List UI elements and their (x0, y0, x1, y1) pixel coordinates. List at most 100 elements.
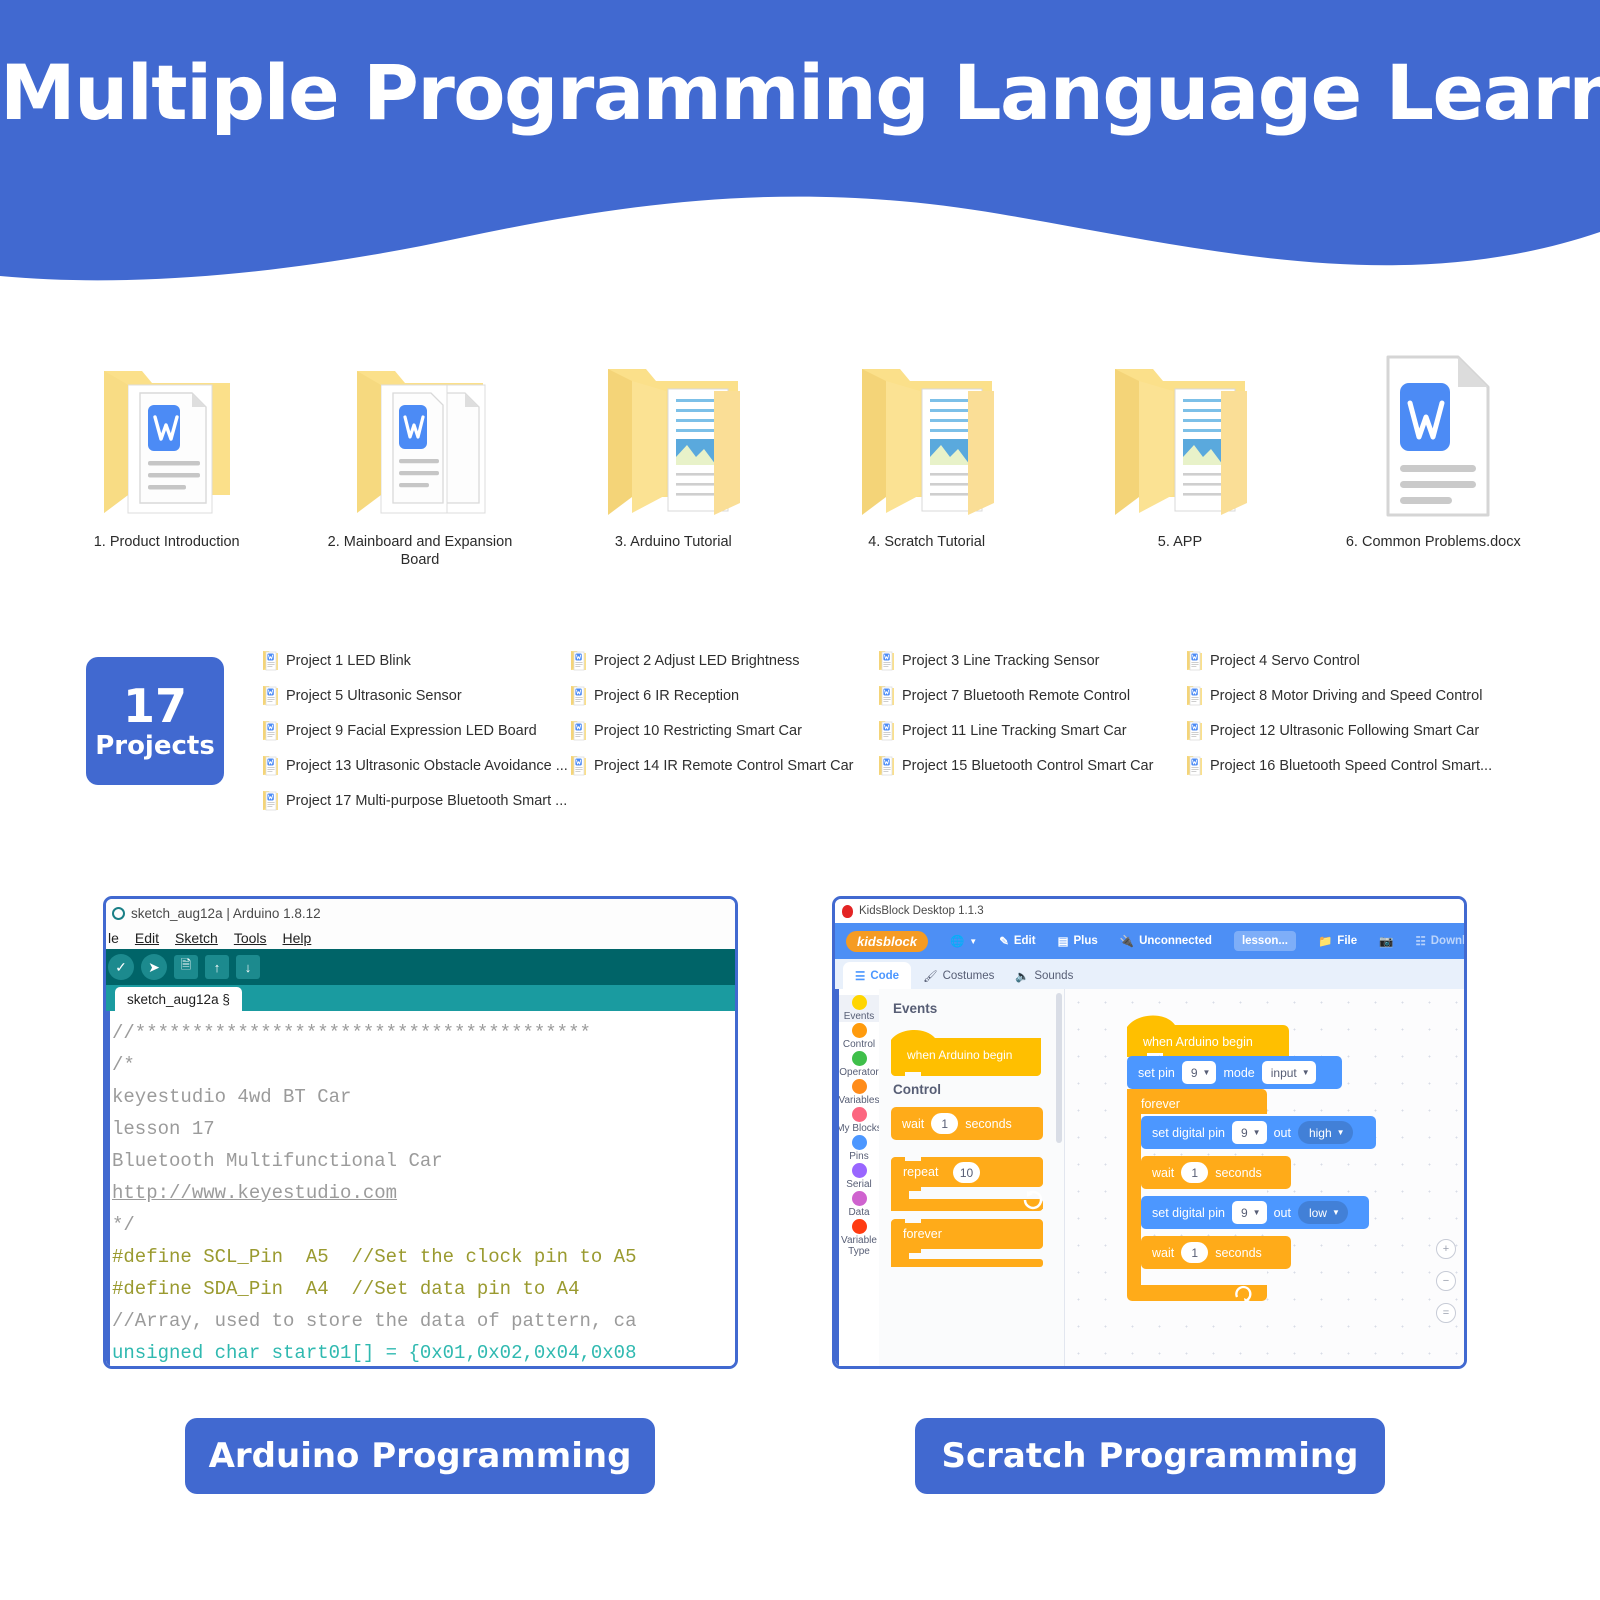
verify-icon[interactable]: ✓ (108, 954, 134, 980)
menu-file[interactable]: le (108, 930, 119, 946)
project-item[interactable]: Project 14 IR Remote Control Smart Car (570, 755, 853, 776)
project-item[interactable]: Project 7 Bluetooth Remote Control (878, 685, 1130, 706)
project-item[interactable]: Project 6 IR Reception (570, 685, 739, 706)
arduino-toolbar[interactable]: ✓ ➤ 🗎 ↑ ↓ (106, 949, 735, 985)
set-pin-number-dropdown[interactable]: 9 ▼ (1181, 1061, 1217, 1084)
kidsblock-window[interactable]: KidsBlock Desktop 1.1.3 kidsblock 🌐 ▼ ✎ … (832, 896, 1467, 1369)
script-block-set-digital-pin-high[interactable]: set digital pin 9 ▼ out high ▼ (1141, 1116, 1376, 1149)
folder-item-2[interactable]: 2. Mainboard and Expansion Board (293, 345, 546, 595)
arduino-code-editor[interactable]: //**************************************… (106, 1011, 735, 1366)
kidsblock-logo-button[interactable]: kidsblock (835, 923, 939, 959)
block-category-operator[interactable]: Operator (839, 1051, 879, 1078)
wait-value-input-2[interactable]: 1 (1181, 1242, 1209, 1263)
script-canvas[interactable]: when Arduino begin set pin 9 ▼ mode input… (1065, 989, 1464, 1366)
tab-costumes[interactable]: 🖌 Costumes (911, 962, 1007, 989)
block-category-events[interactable]: Events (839, 995, 879, 1022)
palette-block-forever[interactable]: forever (891, 1219, 1064, 1269)
palette-block-when-arduino-begin[interactable]: when Arduino begin (891, 1026, 1064, 1078)
menu-tools[interactable]: Tools (234, 930, 267, 946)
open-icon[interactable]: ↑ (205, 955, 229, 979)
code-line: #define SDA_Pin A4 //Set data pin to A4 (112, 1278, 580, 1300)
tab-code[interactable]: ☰ Code (843, 962, 912, 989)
repeat-value-input[interactable]: 10 (953, 1162, 980, 1183)
plus-menu-button[interactable]: ▤ Plus (1047, 923, 1109, 959)
folder-item-3[interactable]: 3. Arduino Tutorial (547, 345, 800, 595)
project-item[interactable]: Project 1 LED Blink (262, 650, 411, 671)
digital-pin-number-dropdown-2[interactable]: 9 ▼ (1231, 1201, 1267, 1224)
block-category-variables[interactable]: Variables (838, 1079, 879, 1106)
block-category-control[interactable]: Control (839, 1023, 879, 1050)
code-line-url[interactable]: http://www.keyestudio.com (112, 1177, 735, 1209)
new-icon[interactable]: 🗎 (174, 955, 198, 979)
project-item[interactable]: Project 4 Servo Control (1186, 650, 1360, 671)
folder-item-6[interactable]: 6. Common Problems.docx (1307, 345, 1560, 595)
tab-sounds[interactable]: 🔈 Sounds (1003, 962, 1086, 989)
category-label: Variable Type (841, 1235, 877, 1257)
digital-out-value-dropdown-1[interactable]: high ▼ (1297, 1121, 1353, 1144)
zoom-reset-icon[interactable]: = (1436, 1303, 1456, 1323)
project-item[interactable]: Project 17 Multi-purpose Bluetooth Smart… (262, 790, 567, 811)
block-category-variable-type[interactable]: Variable Type (839, 1219, 879, 1257)
zoom-out-icon[interactable]: − (1436, 1271, 1456, 1291)
project-item[interactable]: Project 3 Line Tracking Sensor (878, 650, 1099, 671)
block-category-serial[interactable]: Serial (839, 1163, 879, 1190)
language-selector[interactable]: 🌐 ▼ (939, 923, 988, 959)
lesson-button[interactable]: lesson... (1223, 923, 1307, 959)
script-block-wait-1[interactable]: wait 1 seconds (1141, 1156, 1291, 1189)
project-label: Project 14 IR Remote Control Smart Car (594, 757, 854, 774)
camera-button[interactable]: 📷 (1368, 923, 1404, 959)
wait-value-input[interactable]: 1 (931, 1113, 959, 1134)
kidsblock-tabstrip[interactable]: ☰ Code 🖌 Costumes 🔈 Sounds (835, 959, 1464, 989)
save-icon[interactable]: ↓ (236, 955, 260, 979)
sketch-tab[interactable]: sketch_aug12a § (115, 987, 242, 1011)
block-label: when Arduino begin (1143, 1035, 1253, 1049)
script-block-wait-2[interactable]: wait 1 seconds (1141, 1236, 1291, 1269)
wait-value-input-1[interactable]: 1 (1181, 1162, 1209, 1183)
chevron-down-icon: ▼ (1252, 1128, 1261, 1137)
folder-item-1[interactable]: 1. Product Introduction (40, 345, 293, 595)
project-doc-icon (878, 650, 895, 671)
set-pin-mode-dropdown[interactable]: input ▼ (1261, 1061, 1316, 1084)
menu-sketch[interactable]: Sketch (175, 930, 218, 946)
folder-item-4[interactable]: 4. Scratch Tutorial (800, 345, 1053, 595)
project-item[interactable]: Project 9 Facial Expression LED Board (262, 720, 537, 741)
download-firmware-button[interactable]: ☷ Download firmware (1404, 923, 1464, 959)
zoom-in-icon[interactable]: + (1436, 1239, 1456, 1259)
folder-item-5[interactable]: 5. APP (1053, 345, 1306, 595)
project-item[interactable]: Project 10 Restricting Smart Car (570, 720, 802, 741)
project-label: Project 11 Line Tracking Smart Car (902, 722, 1127, 739)
digital-out-value-dropdown-2[interactable]: low ▼ (1297, 1201, 1348, 1224)
project-item[interactable]: Project 8 Motor Driving and Speed Contro… (1186, 685, 1482, 706)
block-category-my-blocks[interactable]: My Blocks (839, 1107, 879, 1134)
project-item[interactable]: Project 2 Adjust LED Brightness (570, 650, 800, 671)
block-palette[interactable]: Events when Arduino begin Control wait 1… (879, 989, 1065, 1366)
arduino-ide-window[interactable]: sketch_aug12a | Arduino 1.8.12 le Edit S… (103, 896, 738, 1369)
file-menu-button[interactable]: 📁 File (1307, 923, 1368, 959)
connection-status-button[interactable]: 🔌 Unconnected (1109, 923, 1223, 959)
project-doc-icon (262, 790, 279, 811)
arduino-tabstrip[interactable]: sketch_aug12a § (106, 985, 735, 1011)
project-item[interactable]: Project 16 Bluetooth Speed Control Smart… (1186, 755, 1492, 776)
project-item[interactable]: Project 12 Ultrasonic Following Smart Ca… (1186, 720, 1479, 741)
category-label: Variables (838, 1095, 879, 1106)
block-category-sidebar[interactable]: Events Control Operator Variables My Blocks P… (835, 989, 879, 1366)
arduino-programming-button[interactable]: Arduino Programming (185, 1418, 655, 1494)
digital-pin-number-dropdown-1[interactable]: 9 ▼ (1231, 1121, 1267, 1144)
scratch-programming-button[interactable]: Scratch Programming (915, 1418, 1385, 1494)
edit-menu-button[interactable]: ✎ Edit (988, 923, 1046, 959)
script-block-set-pin-mode[interactable]: set pin 9 ▼ mode input ▼ (1127, 1056, 1342, 1089)
upload-icon[interactable]: ➤ (141, 954, 167, 980)
kidsblock-menubar[interactable]: kidsblock 🌐 ▼ ✎ Edit ▤ Plus 🔌 Unconnecte… (835, 923, 1464, 959)
palette-block-repeat[interactable]: repeat 10 (891, 1157, 1064, 1215)
script-block-set-digital-pin-low[interactable]: set digital pin 9 ▼ out low ▼ (1141, 1196, 1369, 1229)
block-category-data[interactable]: Data (839, 1191, 879, 1218)
palette-block-wait[interactable]: wait 1 seconds (891, 1107, 1043, 1140)
arduino-menubar[interactable]: le Edit Sketch Tools Help (106, 927, 735, 949)
block-category-pins[interactable]: Pins (839, 1135, 879, 1162)
project-item[interactable]: Project 5 Ultrasonic Sensor (262, 685, 462, 706)
project-item[interactable]: Project 13 Ultrasonic Obstacle Avoidance… (262, 755, 568, 776)
menu-help[interactable]: Help (283, 930, 312, 946)
project-item[interactable]: Project 15 Bluetooth Control Smart Car (878, 755, 1153, 776)
project-item[interactable]: Project 11 Line Tracking Smart Car (878, 720, 1127, 741)
menu-edit[interactable]: Edit (135, 930, 159, 946)
